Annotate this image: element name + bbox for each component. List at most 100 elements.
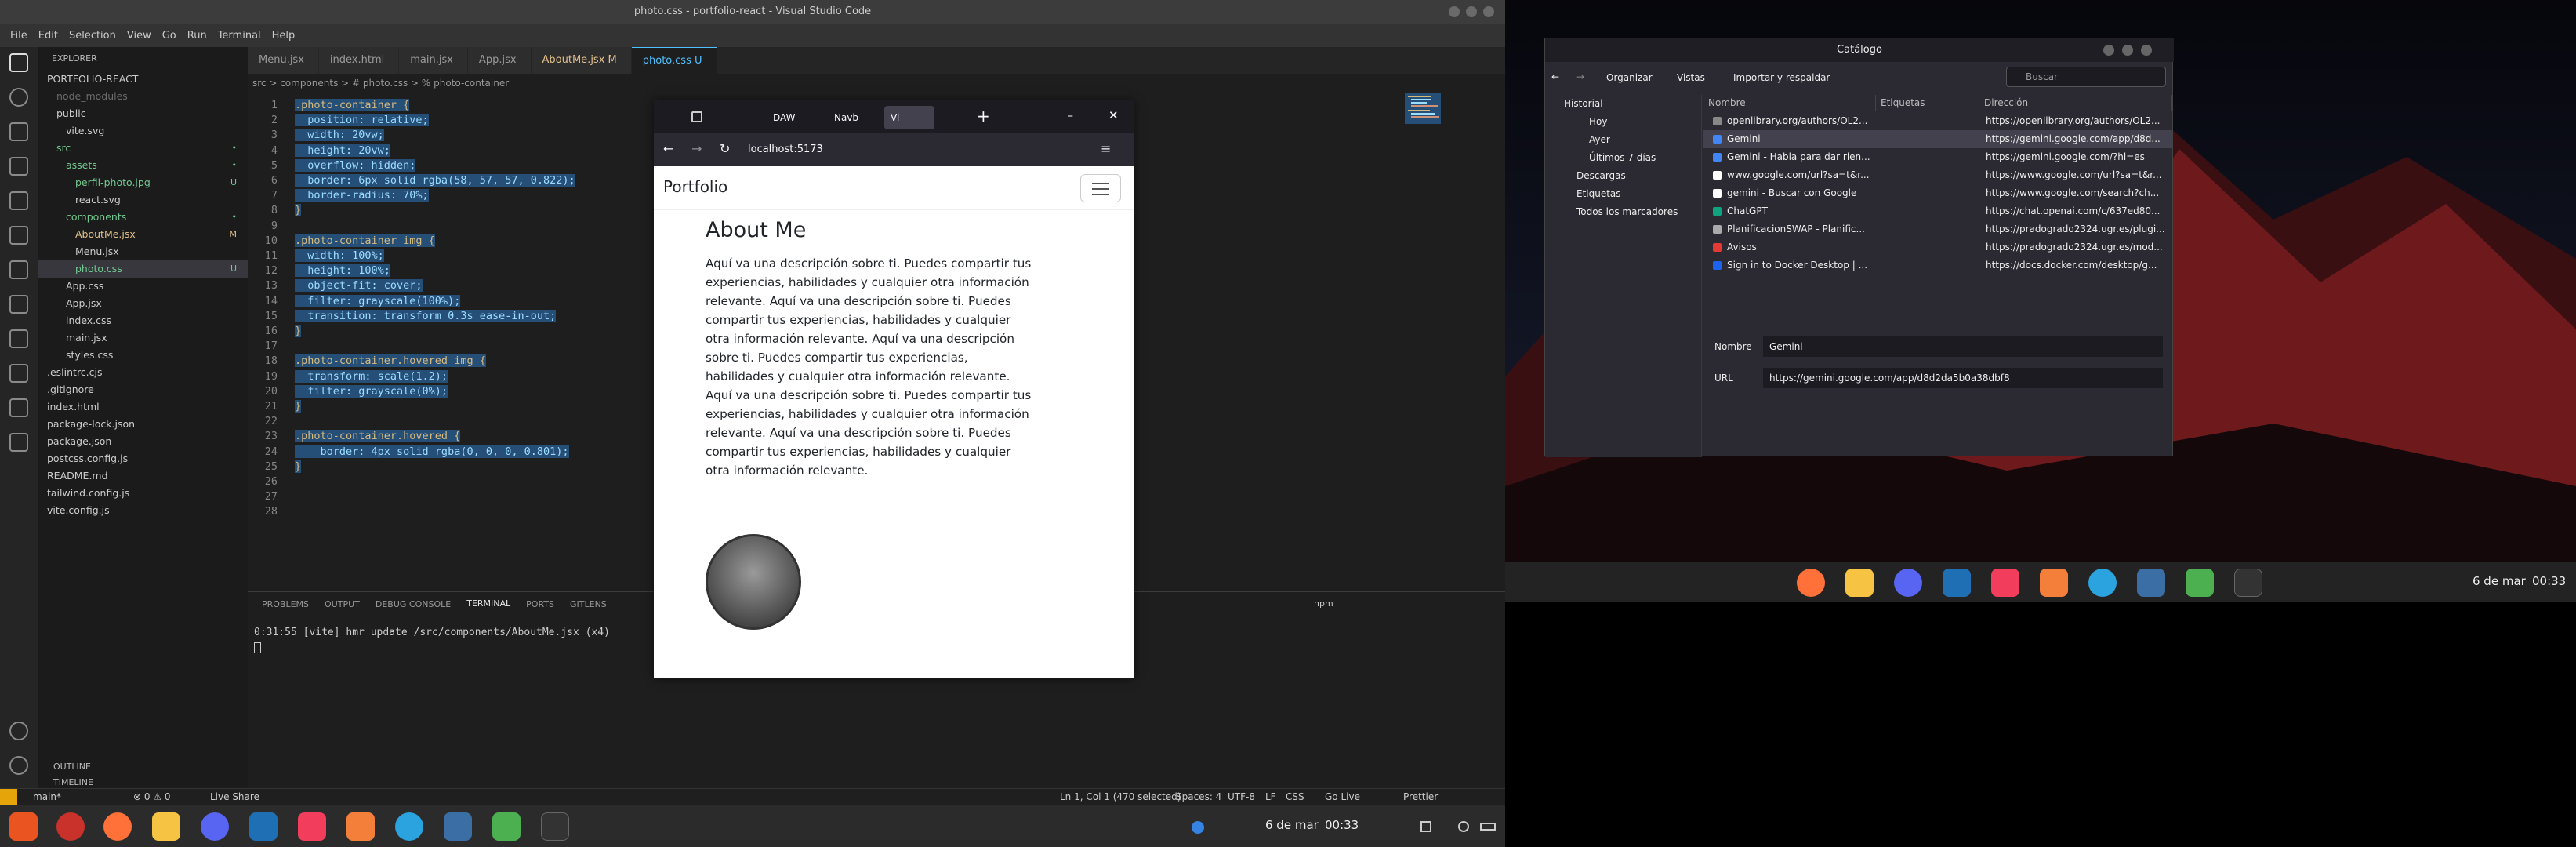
menu-go[interactable]: Go [157, 30, 182, 42]
profile-photo[interactable] [706, 534, 801, 630]
files-icon[interactable] [1845, 569, 1874, 597]
maximize-button[interactable] [1466, 6, 1477, 17]
recorder-icon[interactable] [56, 812, 85, 841]
code-line[interactable]: overflow: hidden; [295, 158, 416, 172]
code-line[interactable]: } [295, 204, 302, 217]
code-line[interactable]: } [295, 325, 302, 337]
taskbar-time[interactable]: 00:33 [1325, 818, 1359, 832]
browser-tab-daw[interactable]: DAW [767, 106, 823, 129]
taskbar-time-right[interactable]: 00:33 [2532, 574, 2566, 588]
wifi-icon[interactable] [1420, 821, 1431, 832]
menu-edit[interactable]: Edit [33, 30, 63, 42]
code-line[interactable]: height: 100%; [295, 264, 390, 278]
url-bar[interactable]: localhost:5173 [748, 138, 944, 162]
account-icon[interactable] [9, 722, 28, 740]
menu-file[interactable]: File [5, 30, 33, 42]
tab-photo-css[interactable]: photo.css U [631, 47, 717, 74]
code-line[interactable]: width: 100%; [295, 249, 384, 262]
history-row[interactable]: Sign in to Docker Desktop | ... https://d… [1703, 256, 2172, 274]
tree-item[interactable]: App.jsx [38, 295, 248, 312]
outline-header[interactable]: OUTLINE [53, 762, 91, 772]
tab-aboutme-jsx[interactable]: AboutMe.jsx M [531, 47, 632, 74]
tree-item[interactable]: assets • [38, 157, 248, 174]
telegram-icon[interactable] [2088, 569, 2117, 597]
docker-desktop-icon[interactable] [2137, 569, 2165, 597]
tree-item[interactable]: README.md [38, 467, 248, 485]
code-line[interactable]: border: 6px solid rgba(58, 57, 57, 0.822… [295, 174, 575, 187]
terminal-icon[interactable] [541, 812, 569, 841]
files-icon[interactable] [152, 812, 180, 841]
menu-icon[interactable]: ≡ [1101, 141, 1111, 156]
network-icon[interactable] [1192, 821, 1204, 834]
forward-icon[interactable]: → [1576, 71, 1584, 82]
tab-ports[interactable]: PORTS [518, 599, 562, 609]
tree-item[interactable]: styles.css [38, 347, 248, 364]
tab-app-jsx[interactable]: App.jsx [467, 47, 532, 74]
browser-tab-navb[interactable]: Navb [828, 106, 880, 129]
tree-item[interactable]: index.css [38, 312, 248, 329]
mail-icon[interactable] [2040, 569, 2068, 597]
eol-status[interactable]: LF [1265, 791, 1276, 802]
branch-status[interactable]: main* [33, 791, 61, 802]
music-icon[interactable] [1991, 569, 2019, 597]
timeline-icon[interactable] [9, 433, 28, 452]
navbar-brand[interactable]: Portfolio [663, 177, 727, 196]
column-tags[interactable]: Etiquetas [1876, 95, 1979, 111]
firefox-icon[interactable] [1797, 569, 1825, 597]
minimize-icon[interactable]: – [1068, 110, 1073, 122]
package-icon[interactable] [2186, 569, 2214, 597]
sidebar-item-yesterday[interactable]: Ayer [1589, 131, 1610, 148]
breadcrumb[interactable]: src > components > # photo.css > % photo… [248, 74, 1505, 93]
code-line[interactable]: .photo-container.hovered img { [295, 354, 486, 368]
tab-index-html[interactable]: index.html [318, 47, 400, 74]
sidebar-item-tags[interactable]: Etiquetas [1576, 185, 1621, 202]
minimap[interactable] [1405, 93, 1491, 210]
discord-icon[interactable] [1894, 569, 1922, 597]
code-line[interactable]: border-radius: 70%; [295, 189, 429, 202]
gitlens-icon[interactable] [9, 329, 28, 348]
column-name[interactable]: Nombre [1703, 95, 1876, 111]
tree-item[interactable]: .gitignore [38, 381, 248, 398]
code-line[interactable]: height: 20vw; [295, 144, 390, 157]
docker-desktop-icon[interactable] [444, 812, 472, 841]
tree-item[interactable]: vite.svg [38, 122, 248, 140]
taskbar-date-right[interactable]: 6 de mar [2473, 574, 2526, 588]
sidebar-item-history[interactable]: Historial [1564, 95, 1603, 112]
code-line[interactable]: width: 20vw; [295, 129, 384, 142]
encoding-status[interactable]: UTF-8 [1228, 791, 1255, 802]
package-icon[interactable] [492, 812, 521, 841]
tab-output[interactable]: OUTPUT [317, 599, 368, 609]
tree-item[interactable]: package-lock.json [38, 416, 248, 433]
indentation-status[interactable]: Spaces: 4 [1176, 791, 1221, 802]
sidebar-item-today[interactable]: Hoy [1589, 113, 1607, 130]
menu-view[interactable]: View [122, 30, 157, 42]
history-row[interactable]: ChatGPT https://chat.openai.com/c/637ed80… [1703, 202, 2172, 220]
import-backup-menu[interactable]: Importar y respaldar [1733, 72, 1830, 83]
discord-icon[interactable] [201, 812, 229, 841]
tab-menu-jsx[interactable]: Menu.jsx [248, 47, 319, 74]
tree-item[interactable]: .eslintrc.cjs [38, 364, 248, 381]
problems-status[interactable]: ⊗ 0 ⚠ 0 [133, 791, 171, 802]
go-live-status[interactable]: Go Live [1325, 791, 1360, 802]
run-debug-icon[interactable] [9, 157, 28, 176]
docker-icon[interactable] [9, 295, 28, 314]
code-line[interactable]: transform: scale(1.2); [295, 369, 448, 383]
tree-item[interactable]: src • [38, 140, 248, 157]
column-address[interactable]: Dirección [1979, 95, 2172, 111]
close-icon[interactable]: ✕ [1108, 108, 1119, 122]
new-tab-icon[interactable]: + [977, 107, 990, 125]
tree-item[interactable]: App.css [38, 278, 248, 295]
code-line[interactable]: .photo-container.hovered { [295, 430, 461, 443]
live-share-status[interactable]: Live Share [210, 791, 259, 802]
tree-item[interactable]: perfil-photo.jpg U [38, 174, 248, 191]
tab-debug-console[interactable]: DEBUG CONSOLE [368, 599, 459, 609]
history-row[interactable]: PlanificacionSWAP - Planific... https://p… [1703, 220, 2172, 238]
tree-item[interactable]: tailwind.config.js [38, 485, 248, 502]
testing-icon[interactable] [9, 260, 28, 279]
mail-icon[interactable] [346, 812, 375, 841]
tree-item[interactable]: vite.config.js [38, 502, 248, 519]
code-line[interactable]: filter: grayscale(100%); [295, 294, 461, 307]
reload-icon[interactable]: ↻ [720, 141, 730, 156]
tree-item[interactable]: main.jsx [38, 329, 248, 347]
code-line[interactable]: object-fit: cover; [295, 279, 423, 293]
